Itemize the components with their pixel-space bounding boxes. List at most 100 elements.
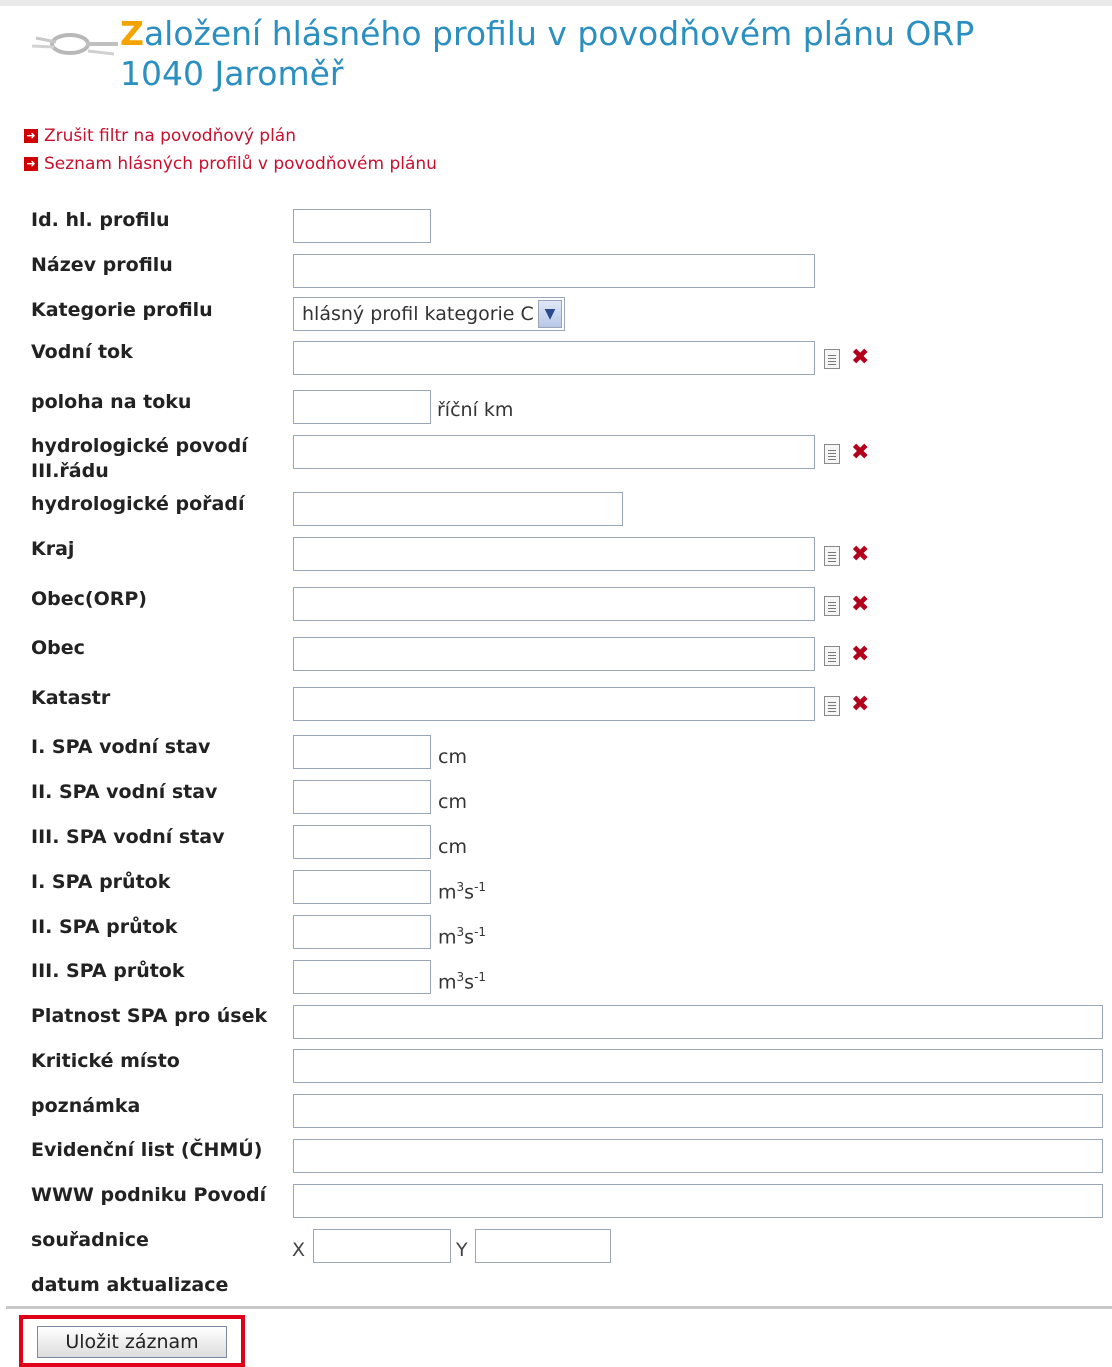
clear-x-icon[interactable]: ✖ [851, 442, 869, 464]
povodi-input[interactable] [293, 435, 815, 469]
chevron-down-icon[interactable]: ▼ [538, 300, 562, 328]
nav-links: ➜ Zrušit filtr na povodňový plán ➜ Sezna… [24, 122, 437, 178]
clear-x-icon[interactable]: ✖ [851, 594, 869, 616]
label-vodni-tok: Vodní tok [31, 341, 133, 363]
spa1-stav-unit: cm [438, 746, 467, 768]
unit-exp-minus1: -1 [474, 880, 487, 894]
unit-m: m [438, 881, 457, 904]
label-povodi-1: hydrologické povodí [31, 435, 248, 457]
label-spa2-prutok: II. SPA průtok [31, 916, 178, 938]
label-obec: Obec [31, 637, 85, 659]
www-input[interactable] [293, 1184, 1103, 1218]
poznamka-input[interactable] [293, 1094, 1103, 1128]
document-icon[interactable] [824, 696, 840, 716]
clear-x-icon[interactable]: ✖ [851, 694, 869, 716]
red-arrow-icon: ➜ [24, 129, 38, 143]
label-nazev: Název profilu [31, 254, 173, 276]
link-cancel-filter-label: Zrušit filtr na povodňový plán [44, 126, 296, 146]
document-icon[interactable] [824, 444, 840, 464]
spa2-prutok-unit: m3s-1 [438, 925, 486, 948]
page-title-initial: Z [120, 14, 144, 53]
label-spa3-prutok: III. SPA průtok [31, 960, 185, 982]
document-icon[interactable] [824, 546, 840, 566]
label-spa3-stav: III. SPA vodní stav [31, 826, 225, 848]
document-icon[interactable] [824, 349, 840, 369]
unit-exp-minus1: -1 [474, 925, 487, 939]
divider [6, 1306, 1112, 1309]
label-evidencni: Evidenční list (ČHMÚ) [31, 1139, 263, 1161]
label-datum: datum aktualizace [31, 1274, 229, 1296]
vodni-tok-input[interactable] [293, 341, 815, 375]
label-spa1-prutok: I. SPA průtok [31, 871, 171, 893]
spa2-stav-unit: cm [438, 791, 467, 813]
x-coordinate-input[interactable] [313, 1229, 451, 1263]
kraj-input[interactable] [293, 537, 815, 571]
poloha-input[interactable] [293, 390, 431, 424]
katastr-input[interactable] [293, 687, 815, 721]
label-platnost: Platnost SPA pro úsek [31, 1005, 268, 1027]
label-spa2-stav: II. SPA vodní stav [31, 781, 218, 803]
obec-orp-input[interactable] [293, 587, 815, 621]
spa3-prutok-input[interactable] [293, 960, 431, 994]
save-button[interactable]: Uložit záznam [37, 1326, 227, 1358]
spa3-stav-input[interactable] [293, 825, 431, 859]
label-id: Id. hl. profilu [31, 209, 170, 231]
top-border [0, 0, 1112, 6]
page-title: Založení hlásného profilu v povodňovém p… [120, 14, 974, 94]
nazev-input[interactable] [293, 254, 815, 288]
label-poloha: poloha na toku [31, 391, 192, 413]
poloha-unit: říční km [437, 399, 514, 421]
label-poradi: hydrologické pořadí [31, 493, 245, 515]
save-button-highlight: Uložit záznam [19, 1315, 245, 1367]
spa2-stav-input[interactable] [293, 780, 431, 814]
spa1-stav-input[interactable] [293, 735, 431, 769]
kategorie-select-value: hlásný profil kategorie C [302, 303, 534, 325]
unit-s: s [464, 926, 475, 949]
label-povodi-2: III.řádu [31, 460, 109, 482]
label-www: WWW podniku Povodí [31, 1184, 267, 1206]
label-kategorie: Kategorie profilu [31, 299, 213, 321]
clear-x-icon[interactable]: ✖ [851, 544, 869, 566]
x-label: X [292, 1239, 306, 1261]
clear-x-icon[interactable]: ✖ [851, 347, 869, 369]
link-profile-list[interactable]: ➜ Seznam hlásných profilů v povodňovém p… [24, 150, 437, 178]
unit-s: s [464, 971, 475, 994]
document-icon[interactable] [824, 646, 840, 666]
label-poznamka: poznámka [31, 1095, 141, 1117]
spa2-prutok-input[interactable] [293, 915, 431, 949]
label-katastr: Katastr [31, 687, 111, 709]
label-spa1-stav: I. SPA vodní stav [31, 736, 211, 758]
unit-exp-minus1: -1 [474, 970, 487, 984]
magnifier-logo-icon [31, 33, 118, 56]
platnost-input[interactable] [293, 1005, 1103, 1039]
page-title-line2: 1040 Jaroměř [120, 54, 344, 93]
unit-s: s [464, 881, 475, 904]
label-kriticke: Kritické místo [31, 1050, 180, 1072]
page-title-rest: aložení hlásného profilu v povodňovém pl… [143, 14, 975, 53]
obec-input[interactable] [293, 637, 815, 671]
kriticke-input[interactable] [293, 1049, 1103, 1083]
label-obec-orp: Obec(ORP) [31, 588, 147, 610]
id-input[interactable] [293, 209, 431, 243]
red-arrow-icon: ➜ [24, 157, 38, 171]
label-souradnice: souřadnice [31, 1229, 149, 1251]
y-coordinate-input[interactable] [475, 1229, 611, 1263]
spa3-stav-unit: cm [438, 836, 467, 858]
y-label: Y [456, 1239, 468, 1261]
spa1-prutok-input[interactable] [293, 870, 431, 904]
label-kraj: Kraj [31, 538, 75, 560]
kategorie-select[interactable]: hlásný profil kategorie C ▼ [293, 297, 565, 331]
unit-exp-3: 3 [456, 925, 465, 939]
link-profile-list-label: Seznam hlásných profilů v povodňovém plá… [44, 154, 437, 174]
poradi-input[interactable] [293, 492, 623, 526]
unit-m: m [438, 926, 457, 949]
spa3-prutok-unit: m3s-1 [438, 970, 486, 993]
unit-exp-3: 3 [456, 880, 465, 894]
unit-m: m [438, 971, 457, 994]
spa1-prutok-unit: m3s-1 [438, 880, 486, 903]
clear-x-icon[interactable]: ✖ [851, 644, 869, 666]
unit-exp-3: 3 [456, 970, 465, 984]
document-icon[interactable] [824, 596, 840, 616]
evidencni-input[interactable] [293, 1139, 1103, 1173]
link-cancel-filter[interactable]: ➜ Zrušit filtr na povodňový plán [24, 122, 437, 150]
